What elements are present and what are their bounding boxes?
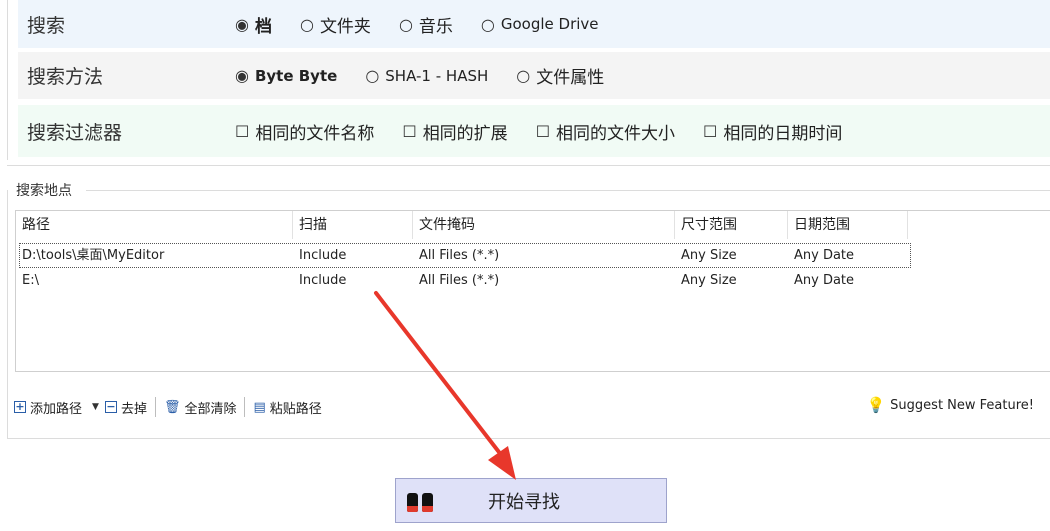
annotation-arrow <box>374 291 516 480</box>
